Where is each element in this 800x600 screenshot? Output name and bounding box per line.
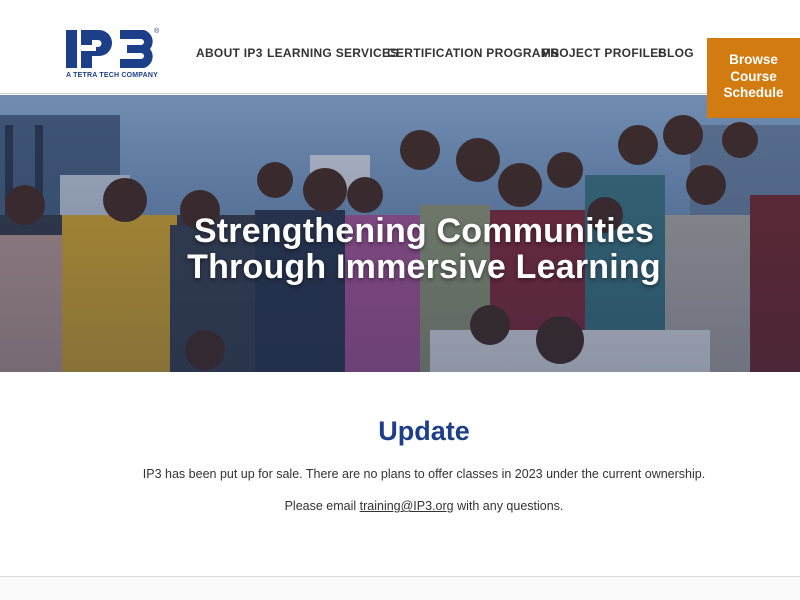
hero-title-line-1: Strengthening Communities [193, 212, 655, 250]
hero-banner: Strengthening Communities Through Immers… [0, 95, 800, 372]
cta-line-1: Browse [729, 52, 778, 67]
email-link[interactable]: training@IP3.org [360, 499, 454, 513]
update-section: Update IP3 has been put up for sale. The… [0, 372, 800, 576]
update-text: IP3 has been put up for sale. There are … [142, 467, 706, 481]
logo-tagline: A TETRA TECH COMPANY [66, 72, 159, 79]
site-header: ® A TETRA TECH COMPANY ABOUT IP3 LEARNIN… [0, 0, 800, 94]
browse-course-schedule-button[interactable]: Browse Course Schedule [707, 38, 800, 118]
update-title: Update [378, 416, 470, 446]
ip3-logo[interactable]: ® A TETRA TECH COMPANY [64, 28, 164, 82]
nav-certification-programs[interactable]: CERTIFICATION PROGRAMS [387, 46, 559, 60]
cta-line-3: Schedule [723, 85, 784, 100]
logo-registered-mark: ® [154, 28, 160, 35]
footer-divider [0, 576, 800, 600]
email-prefix: Please email [284, 499, 360, 513]
hero-title-line-2: Through Immersive Learning [187, 248, 661, 286]
update-email-line: Please email training@IP3.org with any q… [0, 499, 800, 513]
ip3-logo-mark [66, 30, 153, 68]
nav-about-ip3[interactable]: ABOUT IP3 [196, 46, 263, 60]
hero-title: Strengthening Communities Through Immers… [0, 213, 800, 285]
nav-project-profiles[interactable]: PROJECT PROFILES [542, 46, 667, 60]
nav-blog[interactable]: BLOG [658, 46, 694, 60]
nav-learning-services[interactable]: LEARNING SERVICES [267, 46, 399, 60]
cta-line-2: Course [730, 68, 777, 84]
email-suffix: with any questions. [453, 499, 564, 513]
